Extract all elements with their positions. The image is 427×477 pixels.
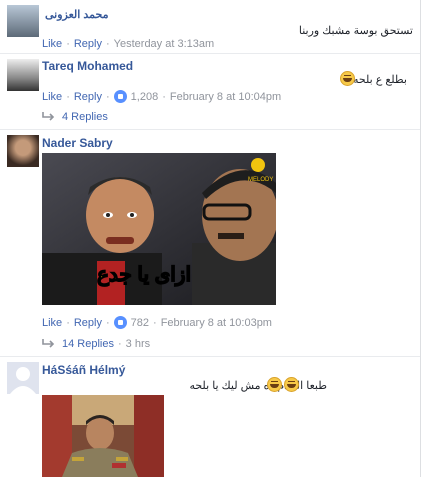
reply-link[interactable]: Reply: [74, 91, 102, 103]
meme-image[interactable]: MELODY ازاى يا جدع: [42, 153, 276, 305]
laughing-emoji-icon: [340, 71, 355, 86]
reaction-count[interactable]: 1,208: [131, 91, 159, 103]
laughing-emoji-icon: [267, 377, 282, 392]
reply-link[interactable]: Reply: [74, 38, 102, 50]
timestamp[interactable]: Yesterday at 3:13am: [114, 38, 215, 50]
meme-caption: ازاى يا جدع: [97, 264, 191, 287]
reply-arrow-icon: [42, 339, 55, 348]
comment-actions: Like · Reply · Yesterday at 3:13am: [42, 38, 215, 50]
divider: [0, 53, 420, 54]
like-icon: [113, 316, 127, 329]
comment-text: بطلع ع بلحه: [353, 74, 407, 86]
like-link[interactable]: Like: [42, 38, 62, 50]
reaction-count[interactable]: 782: [131, 317, 149, 329]
reply-arrow-icon: [42, 112, 55, 121]
emoji-group: [265, 377, 299, 392]
right-border: [420, 0, 421, 477]
like-link[interactable]: Like: [42, 91, 62, 103]
comment-author[interactable]: Tareq Mohamed: [42, 59, 133, 73]
photo-illustration: [42, 395, 164, 477]
replies-count[interactable]: 4 Replies: [62, 111, 108, 123]
divider: [0, 356, 420, 357]
avatar[interactable]: [7, 59, 39, 91]
divider: [0, 129, 420, 130]
timestamp[interactable]: February 8 at 10:04pm: [170, 91, 281, 103]
meme-illustration: MELODY ازاى يا جدع: [42, 153, 276, 305]
comment-author[interactable]: محمد العزونى: [45, 8, 109, 21]
laughing-emoji-icon: [284, 377, 299, 392]
comment-text: طبعا الكلام ده مش ليك يا بلحه: [189, 380, 327, 392]
meme-logo: MELODY: [248, 177, 273, 183]
view-replies-link[interactable]: 14 Replies · 3 hrs: [42, 338, 150, 350]
comment-actions: Like · Reply · 782 · February 8 at 10:03…: [42, 316, 272, 329]
comment-actions: Like · Reply · 1,208 · February 8 at 10:…: [42, 90, 282, 103]
comment-image[interactable]: [42, 395, 164, 477]
comment-author[interactable]: Nader Sabry: [42, 136, 113, 150]
view-replies-link[interactable]: 4 Replies: [42, 111, 108, 123]
comment-text: تستحق بوسة مشبك وربنا: [298, 25, 413, 37]
like-icon: [113, 90, 127, 103]
avatar[interactable]: [7, 135, 39, 167]
replies-time: 3 hrs: [125, 338, 151, 350]
emoji-group: [338, 71, 355, 86]
avatar[interactable]: [7, 5, 39, 37]
replies-count[interactable]: 14 Replies: [62, 338, 114, 350]
default-avatar-icon[interactable]: [7, 362, 39, 394]
reply-link[interactable]: Reply: [74, 317, 102, 329]
comment-author[interactable]: HáSśáñ Hélmý: [42, 363, 125, 377]
timestamp[interactable]: February 8 at 10:03pm: [161, 317, 272, 329]
like-link[interactable]: Like: [42, 317, 62, 329]
